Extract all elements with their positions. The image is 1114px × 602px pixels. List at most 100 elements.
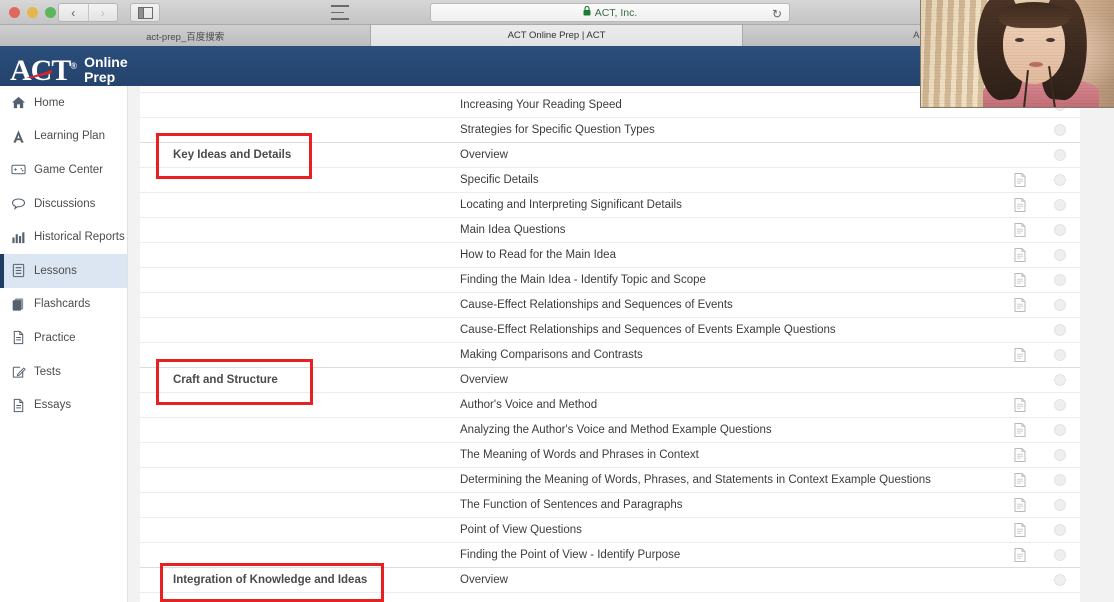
document-icon[interactable] — [1014, 173, 1026, 187]
maximize-window-icon[interactable] — [45, 7, 56, 18]
progress-circle-icon[interactable] — [1054, 349, 1066, 361]
progress-circle-icon[interactable] — [1054, 324, 1066, 336]
document-icon[interactable] — [1014, 423, 1026, 437]
browser-tab[interactable]: act-prep_百度搜索 — [0, 25, 372, 46]
lesson-row[interactable]: Main Idea Questions — [140, 218, 1080, 243]
progress-circle-icon[interactable] — [1054, 174, 1066, 186]
document-icon[interactable] — [1014, 248, 1026, 262]
lesson-row[interactable]: The Meaning of Words and Phrases in Cont… — [140, 443, 1080, 468]
share-icon[interactable] — [331, 5, 349, 20]
act-logo[interactable]: ACT® Online Prep — [10, 50, 128, 87]
lesson-title[interactable]: How to Read for the Main Idea — [448, 249, 1000, 261]
progress-circle-icon[interactable] — [1054, 574, 1066, 586]
progress-circle-icon[interactable] — [1054, 124, 1066, 136]
window-controls[interactable] — [9, 7, 56, 18]
lesson-row[interactable]: Author's Voice and Method — [140, 393, 1080, 418]
sidebar-item-historical-reports[interactable]: Historical Reports — [0, 220, 127, 254]
sidebar-item-essays[interactable]: Essays — [0, 388, 127, 422]
address-bar[interactable]: ACT, Inc. ↻ — [430, 3, 790, 22]
navigation-buttons[interactable]: ‹ › — [58, 3, 118, 22]
progress-circle-icon[interactable] — [1054, 149, 1066, 161]
lesson-title[interactable]: Determining the Meaning of Words, Phrase… — [448, 474, 1000, 486]
lesson-title[interactable]: Finding the Main Idea - Identify Topic a… — [448, 274, 1000, 286]
lesson-row[interactable]: Craft and Structure Overview — [140, 368, 1080, 393]
lesson-row[interactable]: Determining the Meaning of Words, Phrase… — [140, 468, 1080, 493]
document-icon[interactable] — [1014, 198, 1026, 212]
progress-circle-icon[interactable] — [1054, 399, 1066, 411]
sidebar-item-home[interactable]: Home — [0, 86, 127, 120]
game-center-icon — [11, 162, 26, 177]
progress-circle-icon[interactable] — [1054, 299, 1066, 311]
lesson-row[interactable]: Cause-Effect Relationships and Sequences… — [140, 318, 1080, 343]
sidebar-item-learning-plan[interactable]: Learning Plan — [0, 120, 127, 154]
document-icon[interactable] — [1014, 273, 1026, 287]
progress-circle-icon[interactable] — [1054, 424, 1066, 436]
sidebar-item-game-center[interactable]: Game Center — [0, 153, 127, 187]
lesson-row[interactable]: Point of View Questions — [140, 518, 1080, 543]
lessons-panel: Increasing Your Reading Speed Strategies … — [140, 86, 1080, 602]
lesson-title[interactable]: Increasing Your Reading Speed — [448, 99, 1000, 111]
lesson-row[interactable]: Strategies for Specific Question Types — [140, 118, 1080, 143]
document-icon[interactable] — [1014, 448, 1026, 462]
lesson-row[interactable]: Specific Details — [140, 168, 1080, 193]
sidebar-item-lessons[interactable]: Lessons — [0, 253, 127, 288]
sidebar-item-flashcards[interactable]: Flashcards — [0, 288, 127, 322]
close-window-icon[interactable] — [9, 7, 20, 18]
progress-circle-icon[interactable] — [1054, 524, 1066, 536]
webcam-video-overlay[interactable] — [920, 0, 1114, 108]
progress-circle-icon[interactable] — [1054, 374, 1066, 386]
lesson-title[interactable]: Specific Details — [448, 174, 1000, 186]
progress-circle-icon[interactable] — [1054, 449, 1066, 461]
lesson-row[interactable]: Making Comparisons and Contrasts — [140, 343, 1080, 368]
lesson-title[interactable]: Overview — [448, 149, 1000, 161]
lesson-title[interactable]: Cause-Effect Relationships and Sequences… — [448, 299, 1000, 311]
lesson-title[interactable]: Point of View Questions — [448, 524, 1000, 536]
lesson-row[interactable]: Key Ideas and Details Overview — [140, 143, 1080, 168]
document-icon[interactable] — [1014, 523, 1026, 537]
sidebar-toggle-button[interactable] — [130, 3, 160, 22]
progress-circle-icon[interactable] — [1054, 249, 1066, 261]
forward-button[interactable]: › — [89, 4, 118, 21]
lesson-title[interactable]: The Meaning of Words and Phrases in Cont… — [448, 449, 1000, 461]
lesson-title[interactable]: Making Comparisons and Contrasts — [448, 349, 1000, 361]
lesson-title[interactable]: Author's Voice and Method — [448, 399, 1000, 411]
sidebar-item-tests[interactable]: Tests — [0, 355, 127, 389]
document-icon[interactable] — [1014, 548, 1026, 562]
lesson-row[interactable]: Integration of Knowledge and Ideas Overvi… — [140, 568, 1080, 593]
progress-circle-icon[interactable] — [1054, 224, 1066, 236]
document-icon[interactable] — [1014, 223, 1026, 237]
document-icon[interactable] — [1014, 498, 1026, 512]
sidebar-item-discussions[interactable]: Discussions — [0, 187, 127, 221]
lesson-title[interactable]: Main Idea Questions — [448, 224, 1000, 236]
progress-circle-icon[interactable] — [1054, 274, 1066, 286]
progress-circle-icon[interactable] — [1054, 199, 1066, 211]
lesson-title[interactable]: Locating and Interpreting Significant De… — [448, 199, 1000, 211]
minimize-window-icon[interactable] — [27, 7, 38, 18]
progress-circle-icon[interactable] — [1054, 499, 1066, 511]
lesson-row[interactable]: Locating and Interpreting Significant De… — [140, 193, 1080, 218]
lesson-row[interactable]: Finding the Main Idea - Identify Topic a… — [140, 268, 1080, 293]
sidebar-item-practice[interactable]: Practice — [0, 321, 127, 355]
document-icon[interactable] — [1014, 298, 1026, 312]
document-icon[interactable] — [1014, 348, 1026, 362]
lesson-title[interactable]: Overview — [448, 574, 1000, 586]
progress-circle-icon[interactable] — [1054, 474, 1066, 486]
lesson-title[interactable]: Analyzing the Author's Voice and Method … — [448, 424, 1000, 436]
back-button[interactable]: ‹ — [59, 4, 88, 21]
lesson-title[interactable]: Overview — [448, 374, 1000, 386]
lesson-title[interactable]: Strategies for Specific Question Types — [448, 124, 1000, 136]
lesson-title[interactable]: Cause-Effect Relationships and Sequences… — [448, 324, 1000, 336]
lesson-row[interactable]: Cause-Effect Relationships and Sequences… — [140, 293, 1080, 318]
lesson-row[interactable]: The Function of Sentences and Paragraphs — [140, 493, 1080, 518]
document-icon[interactable] — [1014, 398, 1026, 412]
browser-tab[interactable]: ACT Online Prep | ACT — [371, 25, 743, 46]
lesson-row[interactable]: Analyzing the Author's Voice and Method … — [140, 418, 1080, 443]
lesson-row[interactable]: How to Read for the Main Idea — [140, 243, 1080, 268]
progress-circle-icon[interactable] — [1054, 549, 1066, 561]
sidebar-item-label: Discussions — [34, 197, 96, 210]
lesson-row[interactable]: Finding the Point of View - Identify Pur… — [140, 543, 1080, 568]
lesson-title[interactable]: Finding the Point of View - Identify Pur… — [448, 549, 1000, 561]
reload-button[interactable]: ↻ — [772, 7, 782, 21]
document-icon[interactable] — [1014, 473, 1026, 487]
lesson-title[interactable]: The Function of Sentences and Paragraphs — [448, 499, 1000, 511]
